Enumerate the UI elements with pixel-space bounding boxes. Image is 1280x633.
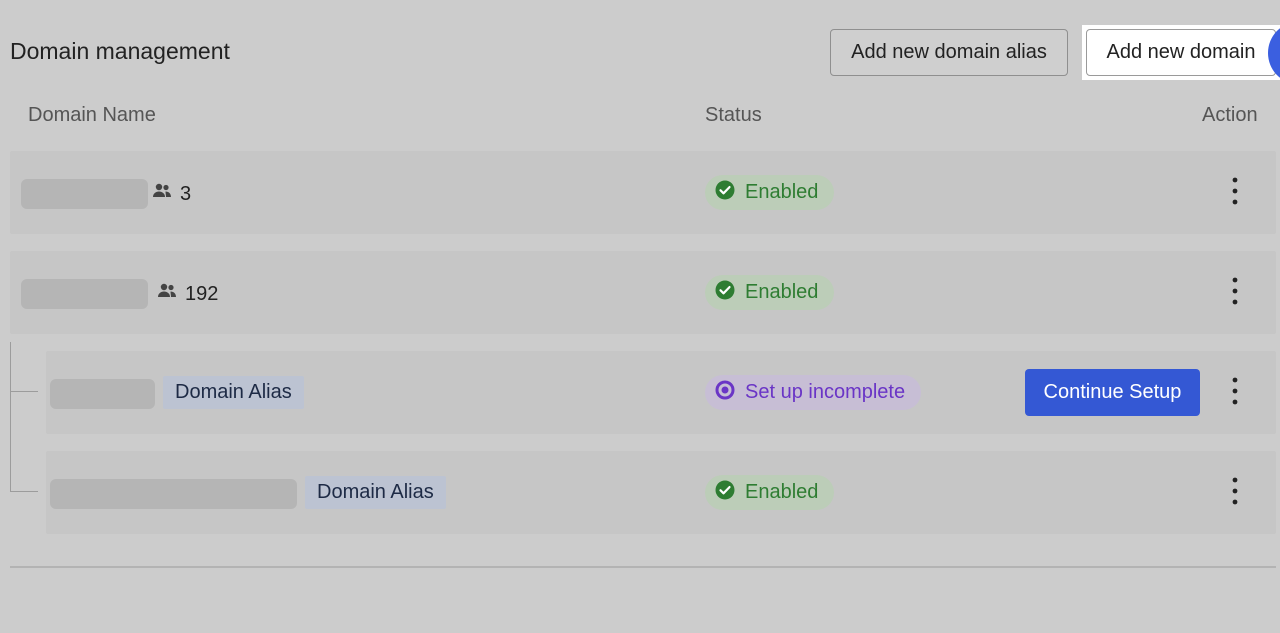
row-action-menu-button[interactable] xyxy=(1223,475,1247,511)
table-bottom-divider xyxy=(10,566,1276,568)
status-label: Set up incomplete xyxy=(745,381,906,403)
kebab-menu-icon xyxy=(1232,477,1238,510)
tree-connector xyxy=(10,391,38,392)
status-label: Enabled xyxy=(745,281,819,303)
check-circle-icon xyxy=(715,480,735,506)
status-label: Enabled xyxy=(745,181,819,203)
row-action-menu-button[interactable] xyxy=(1223,275,1247,311)
column-header-action: Action xyxy=(1202,104,1258,126)
continue-setup-button[interactable]: Continue Setup xyxy=(1025,369,1200,416)
table-row: Domain Alias Enabled xyxy=(46,451,1276,534)
table-row: Domain Alias Set up incomplete Continue … xyxy=(46,351,1276,434)
user-count: 3 xyxy=(152,179,191,209)
kebab-menu-icon xyxy=(1232,377,1238,410)
status-badge: Set up incomplete xyxy=(705,375,922,410)
column-header-domain-name: Domain Name xyxy=(28,104,156,126)
redacted-domain-name xyxy=(50,479,297,509)
table-row: 192 Enabled xyxy=(10,251,1276,334)
check-circle-icon xyxy=(715,280,735,306)
domain-alias-tag: Domain Alias xyxy=(305,476,446,509)
redacted-domain-name xyxy=(21,179,148,209)
check-circle-icon xyxy=(715,180,735,206)
add-domain-alias-button[interactable]: Add new domain alias xyxy=(830,29,1068,76)
redacted-domain-name xyxy=(21,279,148,309)
redacted-domain-name xyxy=(50,379,155,409)
column-header-status: Status xyxy=(705,104,762,126)
status-label: Enabled xyxy=(745,481,819,503)
users-icon xyxy=(152,181,172,207)
row-action-menu-button[interactable] xyxy=(1223,175,1247,211)
add-domain-button[interactable]: Add new domain xyxy=(1086,29,1276,76)
status-badge: Enabled xyxy=(705,475,835,510)
status-badge: Enabled xyxy=(705,275,835,310)
row-action-menu-button[interactable] xyxy=(1223,375,1247,411)
tree-connector xyxy=(10,491,38,492)
page-title: Domain management xyxy=(10,38,230,64)
users-icon xyxy=(157,281,177,307)
user-count-value: 3 xyxy=(180,182,192,205)
kebab-menu-icon xyxy=(1232,277,1238,310)
target-circle-icon xyxy=(715,380,735,406)
domain-alias-tag: Domain Alias xyxy=(163,376,304,409)
user-count: 192 xyxy=(157,279,218,309)
status-badge: Enabled xyxy=(705,175,835,210)
table-row: 3 Enabled xyxy=(10,151,1276,234)
kebab-menu-icon xyxy=(1232,177,1238,210)
tree-connector xyxy=(10,342,11,492)
user-count-value: 192 xyxy=(185,282,219,305)
